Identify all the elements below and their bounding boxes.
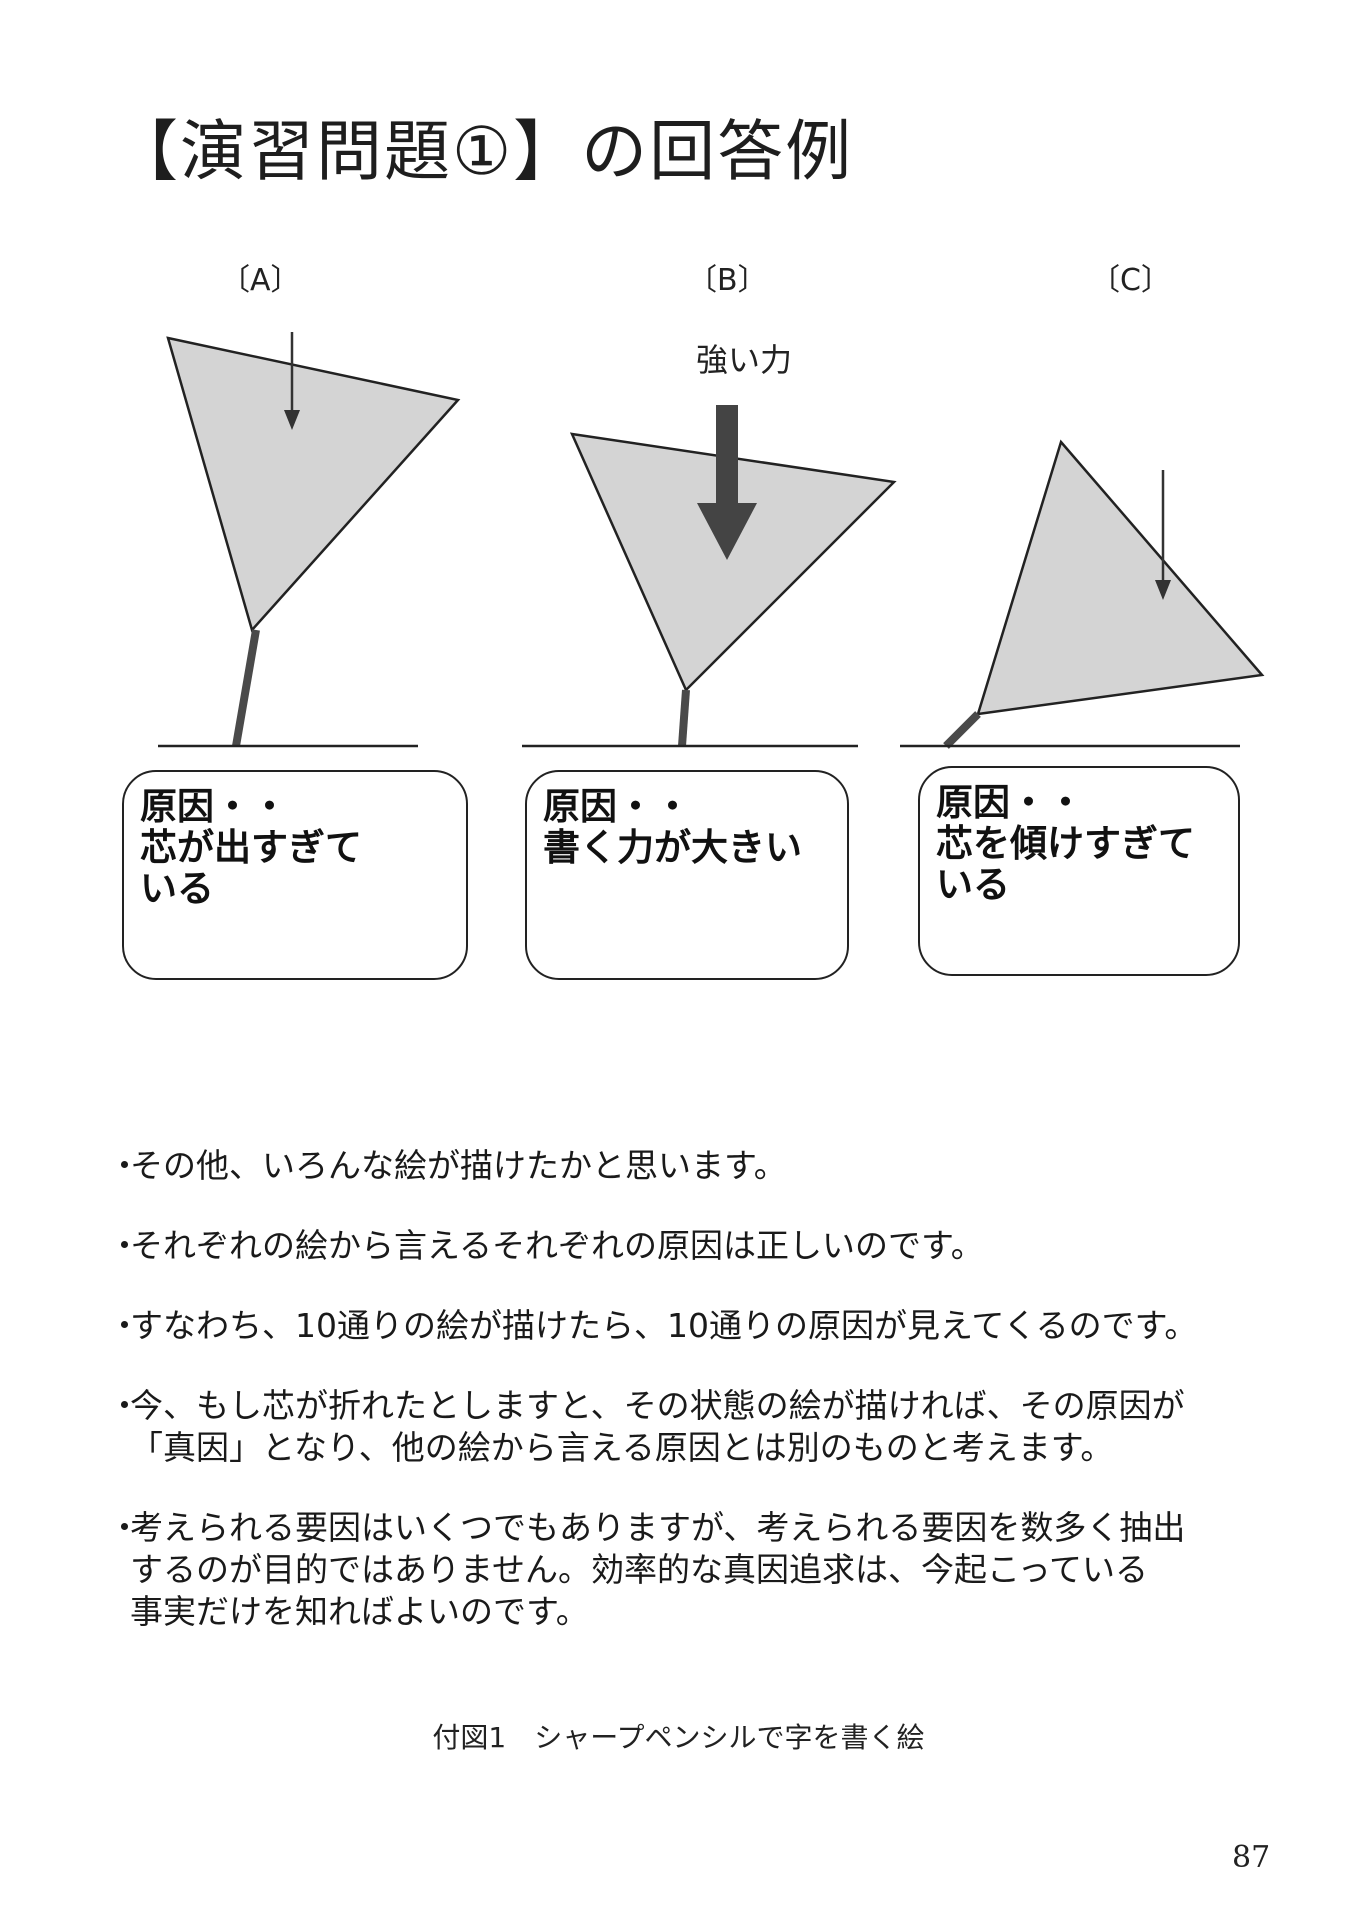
- panel-label-c: 〔C〕: [1090, 263, 1171, 298]
- figure-caption: 付図1 シャープペンシルで字を書く絵: [432, 1721, 925, 1754]
- cause-c-line-1: 原因・・: [936, 781, 1084, 824]
- cause-c-line-3: いる: [936, 863, 1010, 906]
- bullet-item: ・今、もし芯が折れたとしますと、その状態の絵が描ければ、その原因が 「真因」とな…: [108, 1385, 1308, 1469]
- cause-box-b: 原因・・ 書く力が大きい: [525, 770, 849, 980]
- bullet-item: ・考えられる要因はいくつでもありますが、考えられる要因を数多く抽出 するのが目的…: [108, 1507, 1308, 1633]
- bullet-mark: ・: [108, 1386, 141, 1425]
- strong-force-label: 強い力: [696, 341, 793, 379]
- panel-label-a: 〔A〕: [220, 263, 301, 298]
- pencil-lead-a: [232, 629, 260, 747]
- bullet-text: それぞれの絵から言えるそれぞれの原因は正しいのです。: [130, 1226, 984, 1265]
- cause-box-c: 原因・・ 芯を傾けすぎて いる: [918, 766, 1240, 976]
- panel-label-b: 〔B〕: [687, 263, 768, 298]
- bullet-mark: ・: [108, 1146, 141, 1185]
- bullet-item: ・その他、いろんな絵が描けたかと思います。: [108, 1145, 1308, 1187]
- bullet-mark: ・: [108, 1508, 141, 1547]
- bullet-mark: ・: [108, 1226, 141, 1265]
- bullet-text: 今、もし芯が折れたとしますと、その状態の絵が描ければ、その原因が 「真因」となり…: [130, 1386, 1185, 1467]
- bullet-text: すなわち、10通りの絵が描けたら、10通りの原因が見えてくるのです。: [130, 1306, 1198, 1345]
- pencil-lead-b: [678, 689, 690, 747]
- cause-box-a: 原因・・ 芯が出すぎて いる: [122, 770, 468, 980]
- pencil-body-a: [166, 336, 461, 633]
- bullet-list: ・その他、いろんな絵が描けたかと思います。 ・それぞれの絵から言えるそれぞれの原…: [108, 1145, 1308, 1671]
- cause-b-line-2: 書く力が大きい: [543, 826, 802, 869]
- panel-b-drawing: [522, 405, 897, 748]
- strong-arrow-shaft: [716, 405, 738, 505]
- cause-a-line-2: 芯が出すぎて: [140, 826, 362, 869]
- bullet-mark: ・: [108, 1306, 141, 1345]
- cause-c-line-2: 芯を傾けすぎて: [936, 822, 1195, 865]
- cause-a-line-3: いる: [140, 867, 214, 910]
- bullet-text: その他、いろんな絵が描けたかと思います。: [130, 1146, 787, 1185]
- page-number: 87: [1232, 1840, 1271, 1875]
- bullet-item: ・それぞれの絵から言えるそれぞれの原因は正しいのです。: [108, 1225, 1308, 1267]
- panel-a-drawing: [158, 332, 461, 748]
- pencil-body-c: [976, 439, 1265, 716]
- panel-c-drawing: [900, 439, 1265, 749]
- cause-a-line-1: 原因・・: [140, 785, 288, 828]
- cause-b-line-1: 原因・・: [543, 785, 691, 828]
- bullet-item: ・すなわち、10通りの絵が描けたら、10通りの原因が見えてくるのです。: [108, 1305, 1308, 1347]
- pencil-lead-c: [943, 711, 981, 749]
- bullet-text: 考えられる要因はいくつでもありますが、考えられる要因を数多く抽出 するのが目的で…: [130, 1508, 1186, 1631]
